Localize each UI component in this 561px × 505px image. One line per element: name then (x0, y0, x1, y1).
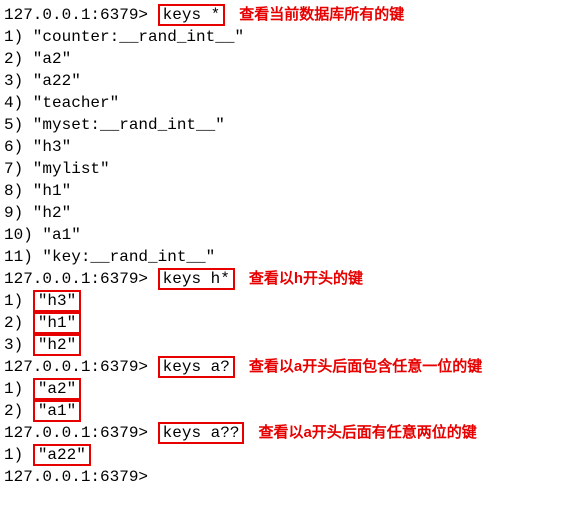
result-line: 9) "h2" (4, 202, 557, 224)
terminal-line: 127.0.0.1:6379> keys h* 查看以h开头的键 (4, 268, 557, 290)
boxed-command-keys-a2: keys a?? (158, 422, 245, 444)
terminal-line: 127.0.0.1:6379> keys a? 查看以a开头后面包含任意一位的键 (4, 356, 557, 378)
prompt: 127.0.0.1:6379> (4, 270, 148, 288)
result-line: 11) "key:__rand_int__" (4, 246, 557, 268)
boxed-value: "h1" (33, 312, 81, 334)
boxed-command-keys-h: keys h* (158, 268, 235, 290)
result-line: 7) "mylist" (4, 158, 557, 180)
prompt: 127.0.0.1:6379> (4, 6, 148, 24)
prompt: 127.0.0.1:6379> (4, 468, 148, 486)
result-line: 4) "teacher" (4, 92, 557, 114)
boxed-command-keys-a1: keys a? (158, 356, 235, 378)
boxed-value: "a2" (33, 378, 81, 400)
result-line: 10) "a1" (4, 224, 557, 246)
terminal-line: 127.0.0.1:6379> keys * 查看当前数据库所有的键 (4, 4, 557, 26)
result-line: 5) "myset:__rand_int__" (4, 114, 557, 136)
result-line: 6) "h3" (4, 136, 557, 158)
boxed-command-keys-all: keys * (158, 4, 226, 26)
result-line: 2) "h1" (4, 312, 557, 334)
result-line: 2) "a2" (4, 48, 557, 70)
result-line: 1) "a2" (4, 378, 557, 400)
comment-keys-a1: 查看以a开头后面包含任意一位的键 (249, 356, 482, 378)
boxed-value: "a22" (33, 444, 91, 466)
boxed-value: "h3" (33, 290, 81, 312)
result-line: 2) "a1" (4, 400, 557, 422)
prompt: 127.0.0.1:6379> (4, 358, 148, 376)
boxed-value: "a1" (33, 400, 81, 422)
result-line: 3) "a22" (4, 70, 557, 92)
result-line: 1) "h3" (4, 290, 557, 312)
comment-keys-a2: 查看以a开头后面有任意两位的键 (258, 422, 476, 444)
result-line: 3) "h2" (4, 334, 557, 356)
boxed-value: "h2" (33, 334, 81, 356)
result-line: 1) "a22" (4, 444, 557, 466)
result-line: 8) "h1" (4, 180, 557, 202)
comment-keys-h: 查看以h开头的键 (249, 268, 363, 290)
terminal-line: 127.0.0.1:6379> (4, 466, 557, 488)
prompt: 127.0.0.1:6379> (4, 424, 148, 442)
comment-keys-all: 查看当前数据库所有的键 (239, 4, 404, 26)
terminal-line: 127.0.0.1:6379> keys a?? 查看以a开头后面有任意两位的键 (4, 422, 557, 444)
result-line: 1) "counter:__rand_int__" (4, 26, 557, 48)
